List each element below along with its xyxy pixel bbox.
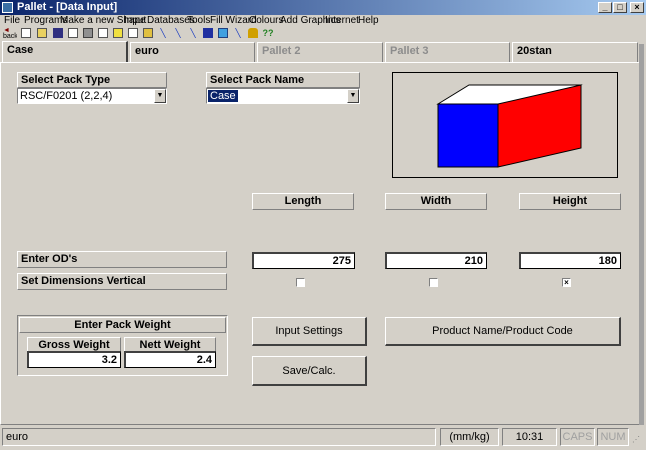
height-input[interactable]: 180 bbox=[519, 252, 621, 269]
wand-icon[interactable]: ╲ bbox=[173, 28, 183, 38]
bottle-icon[interactable] bbox=[248, 28, 258, 38]
tab-euro[interactable]: euro bbox=[130, 42, 255, 62]
print-preview-icon[interactable] bbox=[68, 28, 78, 38]
nett-weight-input[interactable]: 2.4 bbox=[124, 351, 216, 368]
height-header: Height bbox=[519, 193, 621, 210]
width-vertical-checkbox[interactable] bbox=[429, 278, 438, 287]
vertical-scrollbar[interactable] bbox=[639, 44, 644, 425]
box-front-face bbox=[437, 103, 499, 168]
status-num: NUM bbox=[597, 428, 629, 446]
pack-type-select[interactable]: RSC/F0201 (2,2,4) ▼ bbox=[17, 88, 167, 104]
database-icon[interactable] bbox=[143, 28, 153, 38]
wand-icon[interactable]: ╲ bbox=[233, 28, 243, 38]
pack-preview bbox=[392, 72, 618, 178]
copy-icon[interactable] bbox=[113, 28, 123, 38]
toolbar: ◄ back ╲ ╲ ╲ ╲ ?? bbox=[0, 27, 646, 41]
menu-input[interactable]: Input bbox=[124, 15, 146, 26]
set-vertical-label: Set Dimensions Vertical bbox=[17, 273, 227, 290]
menu-internet[interactable]: Internet bbox=[325, 15, 359, 26]
length-input[interactable]: 275 bbox=[252, 252, 355, 269]
length-vertical-checkbox[interactable] bbox=[296, 278, 305, 287]
minimize-button[interactable]: _ bbox=[598, 2, 612, 13]
pack-type-value: RSC/F0201 (2,2,4) bbox=[20, 90, 113, 102]
menu-tools[interactable]: Tools bbox=[187, 15, 210, 26]
back-label: back bbox=[3, 33, 17, 38]
wand-icon[interactable]: ╲ bbox=[158, 28, 168, 38]
height-vertical-checkbox[interactable]: × bbox=[562, 278, 571, 287]
status-units: (mm/kg) bbox=[440, 428, 499, 446]
report-icon[interactable] bbox=[128, 28, 138, 38]
close-button[interactable]: × bbox=[630, 2, 644, 13]
menu-help[interactable]: Help bbox=[358, 15, 379, 26]
app-icon bbox=[2, 2, 13, 13]
document-icon[interactable] bbox=[98, 28, 108, 38]
open-icon[interactable] bbox=[37, 28, 47, 38]
chevron-down-icon[interactable]: ▼ bbox=[154, 89, 166, 103]
book-icon[interactable] bbox=[203, 28, 213, 38]
input-settings-button[interactable]: Input Settings bbox=[252, 317, 367, 346]
box-icon[interactable] bbox=[218, 28, 228, 38]
pack-type-label: Select Pack Type bbox=[17, 72, 167, 88]
window-title: Pallet - [Data Input] bbox=[17, 1, 118, 13]
tab-pallet-3[interactable]: Pallet 3 bbox=[385, 42, 510, 62]
back-button[interactable]: ◄ back bbox=[3, 28, 17, 38]
resize-grip-icon[interactable]: ⋰ bbox=[632, 434, 644, 446]
tab-case[interactable]: Case bbox=[2, 41, 128, 63]
box-3d-image bbox=[436, 84, 583, 168]
pack-weight-title: Enter Pack Weight bbox=[19, 317, 226, 333]
menu-colours[interactable]: Colours bbox=[249, 15, 283, 26]
pack-name-value: Case bbox=[208, 90, 238, 102]
width-header: Width bbox=[385, 193, 487, 210]
print-icon[interactable] bbox=[83, 28, 93, 38]
menu-file[interactable]: File bbox=[4, 15, 20, 26]
product-name-code-button[interactable]: Product Name/Product Code bbox=[385, 317, 621, 346]
new-icon[interactable] bbox=[21, 28, 31, 38]
status-pallet: euro bbox=[2, 428, 436, 446]
width-input[interactable]: 210 bbox=[385, 252, 487, 269]
tab-pallet-2[interactable]: Pallet 2 bbox=[257, 42, 383, 62]
chevron-down-icon[interactable]: ▼ bbox=[347, 89, 359, 103]
maximize-button[interactable]: □ bbox=[613, 2, 627, 13]
pack-name-label: Select Pack Name bbox=[206, 72, 360, 88]
help-icon[interactable]: ?? bbox=[262, 28, 274, 38]
tab-20stan[interactable]: 20stan bbox=[512, 42, 638, 62]
status-time: 10:31 bbox=[502, 428, 557, 446]
length-header: Length bbox=[252, 193, 354, 210]
pack-name-select[interactable]: Case ▼ bbox=[206, 88, 360, 104]
gross-weight-input[interactable]: 3.2 bbox=[27, 351, 121, 368]
save-calc-button[interactable]: Save/Calc. bbox=[252, 356, 367, 386]
save-icon[interactable] bbox=[53, 28, 63, 38]
wand-icon[interactable]: ╲ bbox=[188, 28, 198, 38]
enter-ods-label: Enter OD's bbox=[17, 251, 227, 268]
title-bar: Pallet - [Data Input] _ □ × bbox=[0, 0, 646, 15]
status-caps: CAPS bbox=[560, 428, 595, 446]
